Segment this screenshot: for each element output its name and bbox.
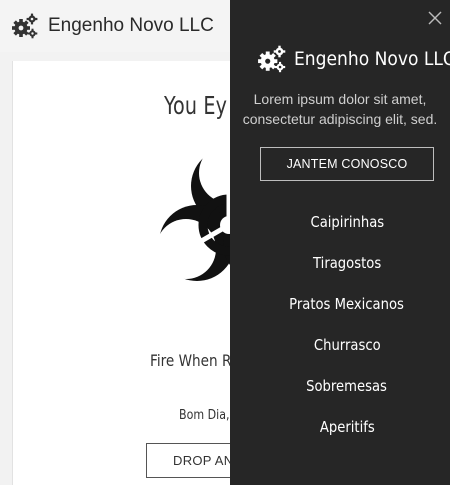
menu-item-label[interactable]: Churrasco <box>314 336 381 354</box>
drawer-description: Lorem ipsum dolor sit amet, consectetur … <box>242 91 438 127</box>
menu-item-label[interactable]: Caipirinhas <box>310 213 384 231</box>
menu-item-label[interactable]: Pratos Mexicanos <box>290 295 405 313</box>
menu-item-label[interactable]: Tiragostos <box>313 254 381 272</box>
menu-item-sobremesas[interactable]: Sobremesas <box>230 377 450 418</box>
gears-icon <box>11 12 39 40</box>
close-icon[interactable] <box>428 11 442 25</box>
page-subheading: Fire When Re <box>150 351 240 370</box>
menu-item-label[interactable]: Aperitifs <box>320 418 375 436</box>
menu-item-caipirinhas[interactable]: Caipirinhas <box>230 213 450 254</box>
menu-item-tiragostos[interactable]: Tiragostos <box>230 254 450 295</box>
drawer-brand-name: Engenho Novo LLC <box>294 48 450 70</box>
page-heading: You Ey <box>164 91 228 120</box>
contact-button[interactable]: JANTEM CONOSCO <box>260 147 434 181</box>
menu-item-pratos-mexicanos[interactable]: Pratos Mexicanos <box>230 295 450 336</box>
menu-item-aperitifs[interactable]: Aperitifs <box>230 418 450 459</box>
side-drawer: Engenho Novo LLC Lorem ipsum dolor sit a… <box>230 0 450 485</box>
drawer-menu: Caipirinhas Tiragostos Pratos Mexicanos … <box>230 213 450 459</box>
gears-icon <box>256 44 288 74</box>
menu-item-label[interactable]: Sobremesas <box>307 377 388 395</box>
drawer-brand[interactable]: Engenho Novo LLC <box>256 44 450 74</box>
brand-name[interactable]: Engenho Novo LLC <box>48 15 214 37</box>
menu-item-churrasco[interactable]: Churrasco <box>230 336 450 377</box>
